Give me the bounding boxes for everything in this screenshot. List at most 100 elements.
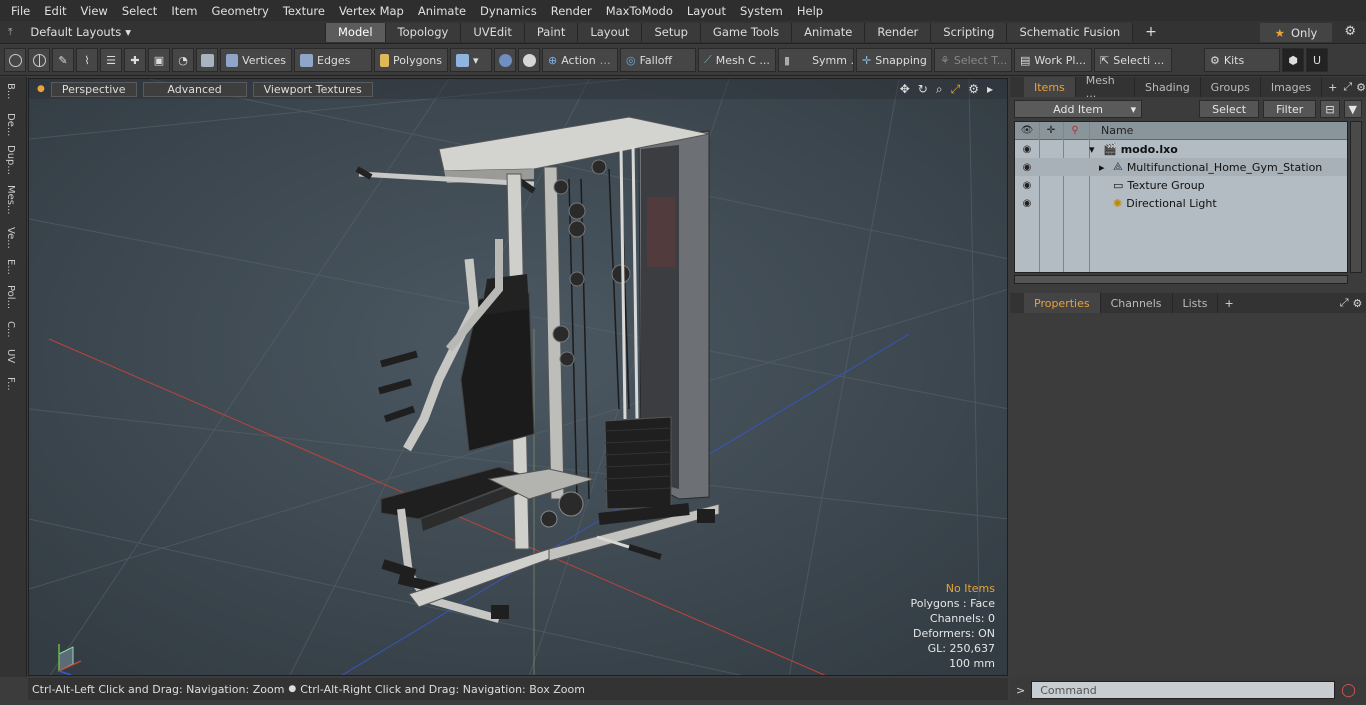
left-tab-uv[interactable]: UV	[5, 349, 21, 366]
eye-icon[interactable]: ◉	[1015, 198, 1039, 209]
gear-icon[interactable]: ⚙	[1344, 24, 1356, 39]
select-button[interactable]: Select	[1199, 100, 1260, 118]
rotate-icon[interactable]: ◔	[172, 48, 194, 72]
frame-icon[interactable]: ▣	[148, 48, 170, 72]
maximize-icon[interactable]: ⤢	[951, 82, 961, 97]
align-icon[interactable]: ☰	[100, 48, 122, 72]
add-tab-button[interactable]: +	[1328, 81, 1337, 94]
globe-icon[interactable]	[28, 48, 50, 72]
add-item-button[interactable]: Add Item ▾	[1014, 100, 1143, 118]
left-tab-edge[interactable]: E...	[5, 259, 21, 278]
shield-icon[interactable]	[196, 48, 218, 72]
menu-geometry[interactable]: Geometry	[205, 4, 276, 18]
add-tab-button[interactable]: +	[1224, 297, 1233, 310]
menu-item[interactable]: Item	[164, 4, 204, 18]
command-input[interactable]: Command	[1031, 681, 1336, 699]
left-tab-curve[interactable]: C...	[5, 321, 21, 341]
action-center-button[interactable]: ⊕ Action…	[542, 48, 618, 72]
menu-maxtomodo[interactable]: MaxToModo	[599, 4, 680, 18]
record-icon[interactable]: ◯	[1341, 683, 1356, 698]
left-tab-duplicate[interactable]: Dup...	[5, 145, 21, 178]
item-list-vscroll[interactable]	[1350, 121, 1362, 273]
brush-icon[interactable]: ⌇	[76, 48, 98, 72]
left-tab-vertex[interactable]: Ve...	[5, 227, 21, 252]
gear-icon[interactable]: ⚙	[1353, 297, 1363, 310]
filter-button[interactable]: Filter	[1263, 100, 1317, 118]
tab-schematic-fusion[interactable]: Schematic Fusion	[1006, 22, 1133, 42]
list-item[interactable]: ◉ ✺ Directional Light	[1015, 194, 1347, 212]
unreal-icon[interactable]: U	[1306, 48, 1328, 72]
advanced-dropdown[interactable]: Advanced	[142, 81, 247, 97]
snap-mode2-icon[interactable]	[518, 48, 540, 72]
list-item[interactable]: ◉ ▾ 🎬 modo.lxo	[1015, 140, 1347, 158]
menu-texture[interactable]: Texture	[276, 4, 332, 18]
play-icon[interactable]: ▸	[987, 82, 993, 97]
perspective-dropdown[interactable]: Perspective	[50, 81, 137, 97]
menu-select[interactable]: Select	[115, 4, 164, 18]
menu-file[interactable]: File	[4, 4, 37, 18]
tab-setup[interactable]: Setup	[641, 22, 700, 42]
tab-mesh[interactable]: Mesh ...	[1076, 74, 1135, 100]
tab-model[interactable]: Model	[325, 22, 385, 42]
left-tab-basic[interactable]: B...	[5, 83, 21, 102]
menu-vertex-map[interactable]: Vertex Map	[332, 4, 411, 18]
edges-button[interactable]: Edges	[294, 48, 372, 72]
unity-icon[interactable]: ⬢	[1282, 48, 1304, 72]
left-tab-deform[interactable]: De...	[5, 113, 21, 139]
list-item[interactable]: ◉ ▸ ⟁ Multifunctional_Home_Gym_Station	[1015, 158, 1347, 176]
eye-icon[interactable]: ◉	[1015, 180, 1039, 191]
symmetry-button[interactable]: ▮Symm ...	[778, 48, 854, 72]
left-tab-fusion[interactable]: F...	[5, 377, 21, 394]
kits-button[interactable]: ⚙ Kits	[1204, 48, 1280, 72]
tab-items[interactable]: Items	[1024, 77, 1076, 97]
tab-game-tools[interactable]: Game Tools	[699, 22, 792, 42]
tab-groups[interactable]: Groups	[1201, 77, 1261, 97]
collapse-arrow-icon[interactable]: ▾	[1089, 143, 1103, 156]
pen-icon[interactable]: ✎	[52, 48, 74, 72]
orbit-icon[interactable]: ↻	[918, 82, 928, 97]
snapping-button[interactable]: ✛ Snapping	[856, 48, 932, 72]
left-tab-mesh-edit[interactable]: Mes...	[5, 185, 21, 218]
gear-icon[interactable]: ⚙	[1356, 81, 1366, 94]
menu-edit[interactable]: Edit	[37, 4, 73, 18]
tab-animate[interactable]: Animate	[791, 22, 865, 42]
list-item[interactable]: ◉ ▭ Texture Group	[1015, 176, 1347, 194]
select-through-button[interactable]: ⚘ Select T...	[934, 48, 1012, 72]
selection-sets-button[interactable]: ⇱ Selecti ...	[1094, 48, 1172, 72]
zoom-icon[interactable]: ⌕	[936, 82, 943, 97]
falloff-button[interactable]: ◎ Falloff	[620, 48, 696, 72]
tab-shading[interactable]: Shading	[1135, 77, 1201, 97]
snap-mode-icon[interactable]	[494, 48, 516, 72]
only-toggle[interactable]: ★ Only	[1260, 23, 1332, 42]
circle-select-icon[interactable]	[4, 48, 26, 72]
expand-icon[interactable]: ⤢	[1343, 80, 1352, 94]
add-tab-button[interactable]: +	[1132, 22, 1169, 42]
mesh-constraint-button[interactable]: ⟋ Mesh C ...	[698, 48, 776, 72]
3d-viewport[interactable]: ● Perspective Advanced Viewport Textures…	[28, 78, 1008, 676]
tab-paint[interactable]: Paint	[523, 22, 578, 42]
polygons-button[interactable]: Polygons	[374, 48, 448, 72]
menu-system[interactable]: System	[733, 4, 790, 18]
gear-icon[interactable]: ⚙	[968, 82, 979, 97]
tab-scripting[interactable]: Scripting	[930, 22, 1007, 42]
item-list-scrollbar[interactable]	[1014, 275, 1348, 284]
vertices-button[interactable]: Vertices	[220, 48, 292, 72]
default-layouts-dropdown[interactable]: ⤒ Default Layouts ▾	[0, 25, 325, 39]
collapse-icon[interactable]: ⊟	[1320, 100, 1340, 118]
tab-channels[interactable]: Channels	[1101, 293, 1173, 313]
tab-uvedit[interactable]: UVEdit	[460, 22, 524, 42]
pan-icon[interactable]: ✥	[900, 82, 910, 97]
material-dropdown[interactable]: ▾	[450, 48, 492, 72]
menu-view[interactable]: View	[74, 4, 115, 18]
funnel-icon[interactable]: ▼	[1343, 100, 1362, 118]
menu-help[interactable]: Help	[790, 4, 830, 18]
work-plane-button[interactable]: ▤ Work Pl...	[1014, 48, 1092, 72]
menu-dynamics[interactable]: Dynamics	[473, 4, 544, 18]
center-icon[interactable]: ✚	[124, 48, 146, 72]
tab-images[interactable]: Images	[1261, 77, 1323, 97]
eye-icon[interactable]: ◉	[1015, 162, 1039, 173]
tab-properties[interactable]: Properties	[1024, 293, 1101, 313]
menu-layout[interactable]: Layout	[680, 4, 733, 18]
tab-render[interactable]: Render	[864, 22, 931, 42]
eye-icon[interactable]: ◉	[1015, 144, 1039, 155]
